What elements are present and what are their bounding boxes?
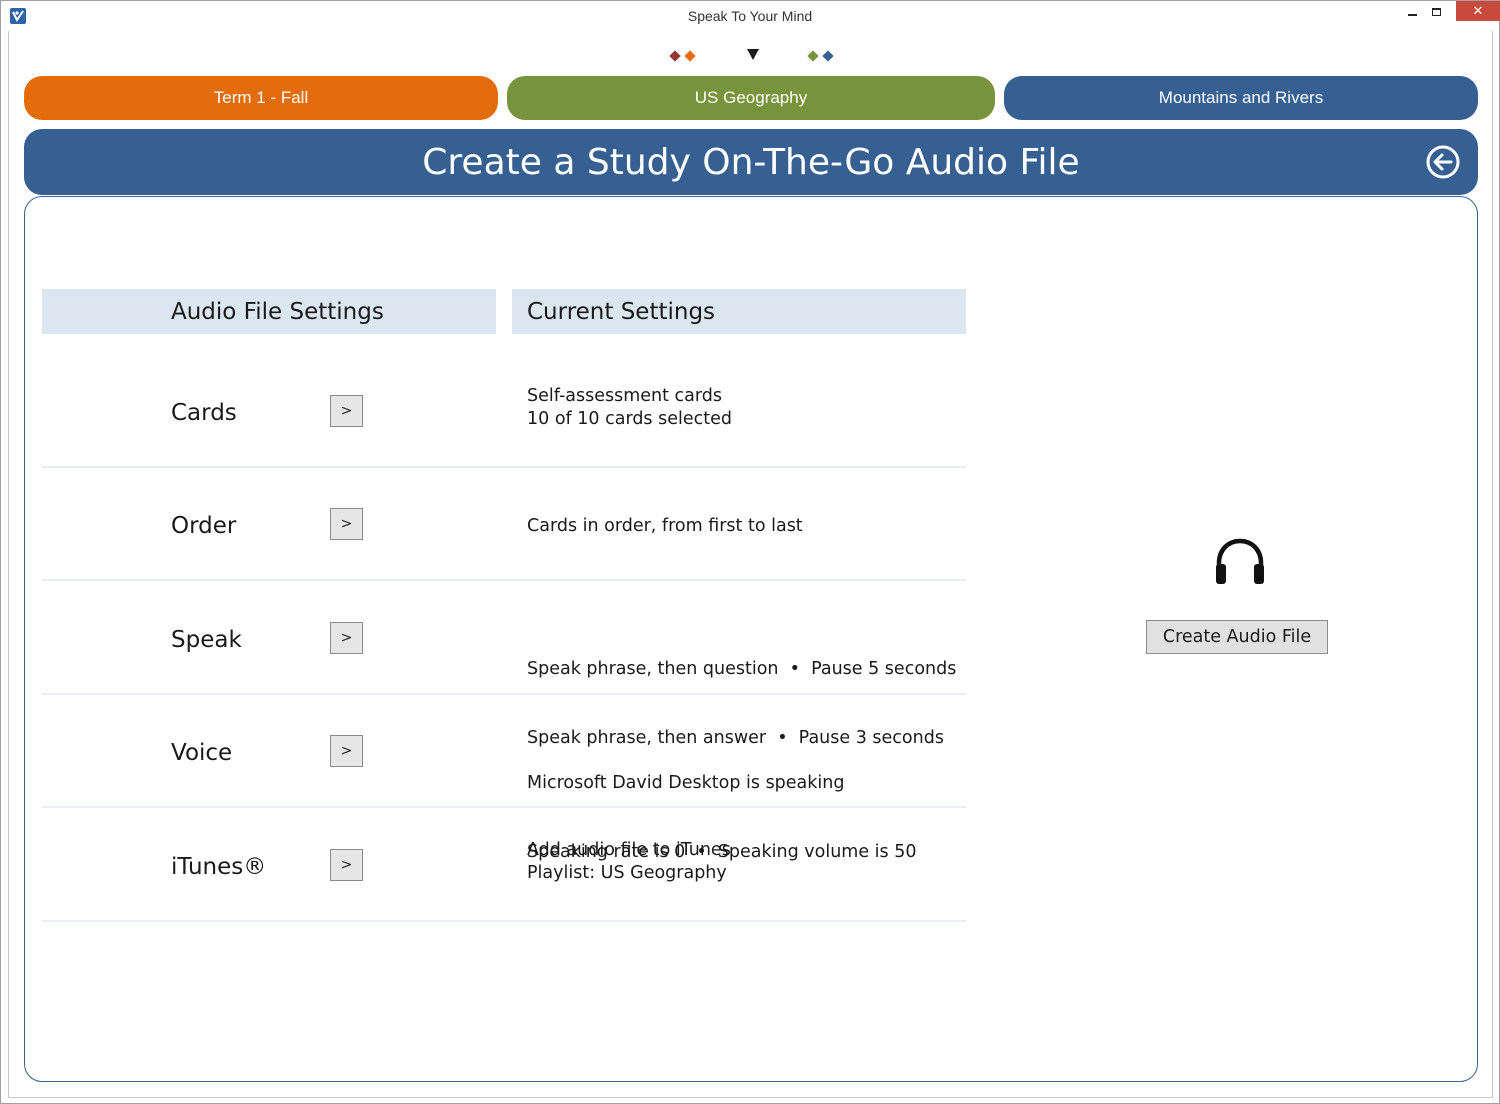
setting-label-itunes: iTunes® [171, 854, 267, 880]
arrow-left-circle-icon [1426, 145, 1460, 179]
setting-desc-order: Cards in order, from first to last [527, 515, 803, 538]
desc-line: Playlist: US Geography [527, 863, 727, 883]
setting-row-speak: Speak > Speak phrase, then question • Pa… [42, 582, 966, 748]
create-audio-file-button[interactable]: Create Audio File [1146, 620, 1328, 654]
title-bar[interactable]: Speak To Your Mind ✕ [1, 1, 1500, 31]
tab-term-label: Term 1 - Fall [213, 88, 309, 107]
current-column-label: Current Settings [527, 298, 716, 325]
tab-term[interactable]: Term 1 - Fall [24, 76, 498, 120]
cards-settings-button[interactable]: > [330, 395, 363, 427]
window-title: Speak To Your Mind [687, 8, 813, 24]
maximize-icon [1431, 8, 1441, 16]
order-settings-button[interactable]: > [330, 508, 363, 540]
current-column-header: Current Settings [512, 289, 966, 334]
desc-line: Speak phrase, then question • Pause 5 se… [527, 659, 957, 679]
speak-settings-button[interactable]: > [330, 622, 363, 654]
breadcrumb-diamond-icon [669, 50, 681, 62]
setting-label-speak: Speak [171, 627, 242, 653]
minimize-icon [1407, 14, 1417, 16]
setting-label-cards: Cards [171, 400, 237, 426]
breadcrumb-diamond-icon [684, 50, 696, 62]
setting-row-order: Order > Cards in order, from first to la… [42, 468, 966, 581]
voice-settings-button[interactable]: > [330, 735, 363, 767]
back-button[interactable] [1426, 145, 1460, 179]
breadcrumb-diamond-icon [807, 50, 819, 62]
tab-subject-label: US Geography [694, 88, 808, 107]
headphones-icon [1213, 536, 1267, 588]
setting-label-voice: Voice [171, 740, 233, 766]
settings-column-header: Audio File Settings [42, 289, 496, 334]
breadcrumb-pointer-icon [747, 49, 759, 60]
setting-row-itunes: iTunes® > Add audio file to iTunes Playl… [42, 809, 966, 922]
maximize-button[interactable] [1419, 1, 1453, 23]
desc-line: Microsoft David Desktop is speaking [527, 773, 845, 793]
app-window: Speak To Your Mind ✕ Term 1 - Fall US Ge… [0, 0, 1500, 1104]
page-header: Create a Study On-The-Go Audio File [24, 129, 1478, 195]
itunes-settings-button[interactable]: > [330, 849, 363, 881]
desc-line: Cards in order, from first to last [527, 516, 803, 536]
tab-subject[interactable]: US Geography [507, 76, 995, 120]
setting-row-voice: Voice > Microsoft David Desktop is speak… [42, 695, 966, 862]
desc-line: Add audio file to iTunes [527, 840, 731, 860]
close-icon: ✕ [1472, 3, 1484, 19]
settings-column-label: Audio File Settings [171, 298, 384, 325]
breadcrumb-markers [1, 47, 1500, 67]
setting-row-cards: Cards > Self-assessment cards 10 of 10 c… [42, 355, 966, 468]
setting-desc-cards: Self-assessment cards 10 of 10 cards sel… [527, 385, 732, 431]
page-title: Create a Study On-The-Go Audio File [422, 141, 1080, 183]
breadcrumb-diamond-icon [822, 50, 834, 62]
setting-label-order: Order [171, 513, 237, 539]
tab-topic-label: Mountains and Rivers [1158, 88, 1324, 107]
close-button[interactable]: ✕ [1456, 1, 1500, 21]
setting-desc-itunes: Add audio file to iTunes Playlist: US Ge… [527, 839, 731, 885]
desc-line: 10 of 10 cards selected [527, 409, 732, 429]
tab-topic[interactable]: Mountains and Rivers [1004, 76, 1478, 120]
desc-line: Self-assessment cards [527, 386, 723, 406]
